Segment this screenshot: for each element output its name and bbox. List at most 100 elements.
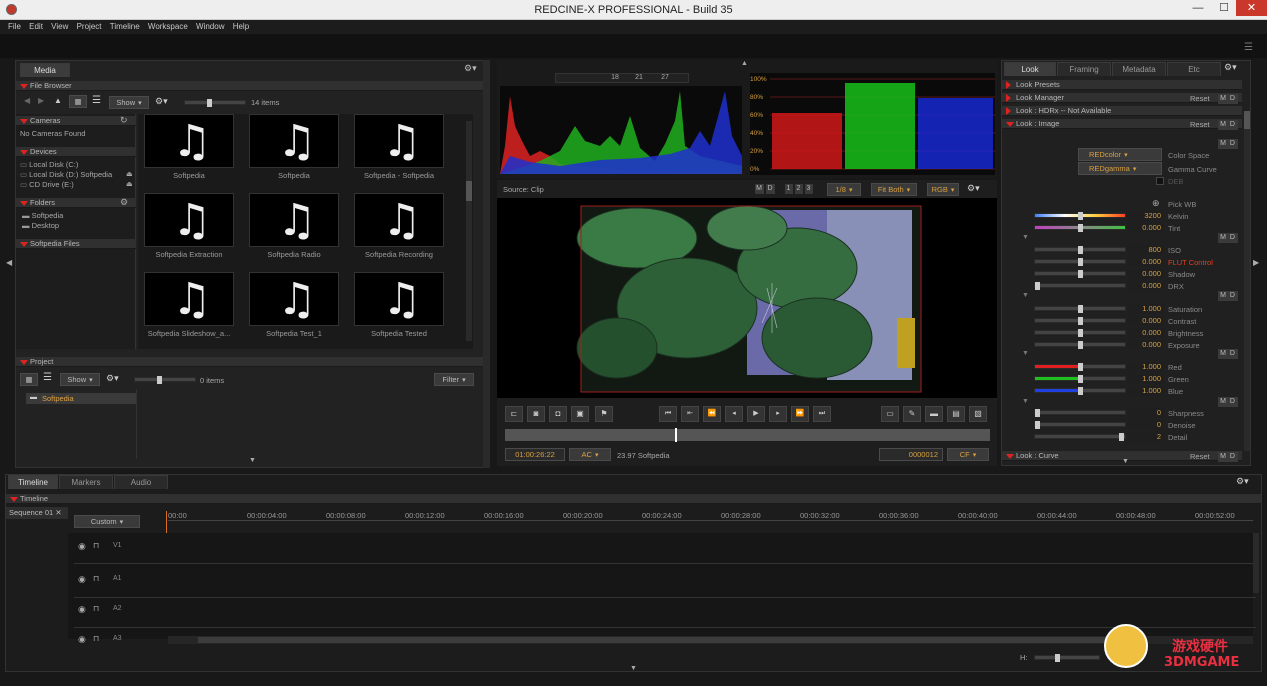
group-collapse-icon[interactable]: ▼	[1022, 350, 1029, 357]
aspect-icon[interactable]: ▬	[925, 406, 943, 422]
media-thumbnail[interactable]: ♫	[354, 114, 444, 168]
file-browser-header[interactable]: File Browser	[16, 81, 489, 91]
menu-window[interactable]: Window	[196, 20, 224, 34]
look-scrollbar[interactable]	[1244, 111, 1250, 451]
ratio-dropdown[interactable]: 1/8	[827, 183, 861, 196]
lock-icon[interactable]: ⊓	[93, 604, 99, 613]
viewer-d-button[interactable]: D	[766, 184, 775, 194]
scrub-bar[interactable]	[505, 428, 990, 442]
file-gear-icon[interactable]: ⚙▾	[155, 96, 168, 107]
look-value[interactable]: 2	[1128, 432, 1164, 442]
fit-dropdown[interactable]: Fit Both	[871, 183, 917, 196]
rewind-icon[interactable]: ⏪	[703, 406, 721, 422]
menu-file[interactable]: File	[8, 20, 21, 34]
folders-gear-icon[interactable]: ⚙	[120, 197, 128, 208]
up-arrow-icon[interactable]: ▲	[54, 96, 62, 105]
look-value[interactable]: 3200	[1128, 211, 1164, 221]
snapshot-raw-icon[interactable]: ◘	[549, 406, 567, 422]
collapse-right-icon[interactable]: ▶	[1253, 258, 1259, 267]
thumb-size-slider[interactable]	[184, 99, 246, 107]
deb-checkbox[interactable]	[1156, 177, 1164, 185]
step-back-icon[interactable]: ◂	[725, 406, 743, 422]
look-gear-icon[interactable]: ⚙▾	[1224, 62, 1237, 73]
look-slider[interactable]	[1034, 282, 1126, 290]
look-value[interactable]: 0.000	[1128, 316, 1164, 326]
media-thumbnail[interactable]: ♫	[249, 114, 339, 168]
look-slider[interactable]	[1034, 421, 1126, 429]
menu-workspace[interactable]: Workspace	[148, 20, 188, 34]
project-list-icon[interactable]: ☰	[43, 372, 52, 383]
media-gear-icon[interactable]: ⚙▾	[464, 63, 477, 74]
lock-icon[interactable]: ⊓	[93, 634, 99, 643]
curve-md-buttons[interactable]: M D	[1218, 452, 1238, 462]
overlay-icon[interactable]: ▧	[969, 406, 987, 422]
custom-dropdown[interactable]: Custom	[74, 515, 140, 528]
eye-icon[interactable]: ◉	[78, 574, 86, 585]
forward-arrow-icon[interactable]: ▶	[38, 96, 44, 105]
viewer-1-button[interactable]: 1	[785, 184, 793, 194]
look-slider[interactable]	[1034, 317, 1126, 325]
lock-icon[interactable]: ⊓	[93, 574, 99, 583]
sequence-tab[interactable]: Sequence 01 ✕	[6, 507, 68, 519]
prev-mark-icon[interactable]: ⇤	[681, 406, 699, 422]
devices-header[interactable]: Devices	[16, 147, 136, 157]
look-slider[interactable]	[1034, 246, 1126, 254]
folder-item[interactable]: ▬ Softpedia	[22, 211, 63, 220]
media-thumbnail[interactable]: ♫	[144, 114, 234, 168]
collapse-up-icon[interactable]: ▲	[741, 60, 748, 67]
frame-display[interactable]: 0000012	[879, 448, 943, 461]
go-start-icon[interactable]: ⏮	[659, 406, 677, 422]
cf-dropdown[interactable]: CF	[947, 448, 989, 461]
group-collapse-icon[interactable]: ▼	[1022, 234, 1029, 241]
media-thumbnail[interactable]: ♫	[144, 272, 234, 326]
look-value[interactable]: 0.000	[1128, 257, 1164, 267]
refresh-icon[interactable]: ↻	[120, 115, 128, 126]
close-button[interactable]: ✕	[1236, 0, 1267, 16]
project-grid-icon[interactable]: ▦	[20, 373, 38, 386]
menu-help[interactable]: Help	[233, 20, 249, 34]
tab-markers[interactable]: Markers	[59, 475, 113, 489]
look-value[interactable]: 0.000	[1128, 281, 1164, 291]
look-slider[interactable]	[1034, 329, 1126, 337]
group-md-buttons[interactable]: M D	[1218, 397, 1238, 407]
look-slider[interactable]	[1034, 375, 1126, 383]
look-slider[interactable]	[1034, 224, 1126, 232]
folder-item[interactable]: ▬ Desktop	[22, 221, 59, 230]
tab-framing[interactable]: Framing	[1057, 62, 1111, 76]
folders-header[interactable]: Folders	[16, 198, 136, 208]
minimize-button[interactable]: —	[1186, 0, 1210, 16]
play-icon[interactable]: ▶	[747, 406, 765, 422]
group-md-buttons[interactable]: M D	[1218, 291, 1238, 301]
look-slider[interactable]	[1034, 270, 1126, 278]
viewer-2-button[interactable]: 2	[795, 184, 803, 194]
list-menu-icon[interactable]: ☰	[1244, 42, 1253, 53]
expand-down-icon[interactable]: ▼	[249, 457, 256, 464]
look-value[interactable]: 800	[1128, 245, 1164, 255]
look-value[interactable]: 0	[1128, 408, 1164, 418]
tab-audio[interactable]: Audio	[114, 475, 168, 489]
step-forward-icon[interactable]: ▸	[769, 406, 787, 422]
group-collapse-icon[interactable]: ▼	[1022, 398, 1029, 405]
grid-view-icon[interactable]: ▦	[69, 95, 87, 108]
ac-dropdown[interactable]: AC	[569, 448, 611, 461]
timeline-vscroll[interactable]	[1253, 533, 1259, 593]
eject-icon[interactable]: ⏏	[126, 170, 133, 178]
timeline-gear-icon[interactable]: ⚙▾	[1236, 476, 1249, 487]
timeline-ruler[interactable]: 00:00 00:00:04:00 00:00:08:00 00:00:12:00 00…	[168, 511, 1253, 521]
device-item[interactable]: ▭ Local Disk (C:)	[20, 160, 78, 169]
project-header[interactable]: Project	[16, 357, 489, 367]
media-thumbnail[interactable]: ♫	[354, 272, 444, 326]
group-md-buttons[interactable]: M D	[1218, 139, 1238, 149]
marker-flag-icon[interactable]: ⚑	[595, 406, 613, 422]
look-value[interactable]: 1.000	[1128, 304, 1164, 314]
media-thumbnail[interactable]: ♫	[354, 193, 444, 247]
manager-reset-button[interactable]: Reset	[1190, 94, 1210, 103]
tab-timeline[interactable]: Timeline	[8, 475, 58, 489]
maximize-button[interactable]: ☐	[1212, 0, 1236, 16]
look-slider[interactable]	[1034, 387, 1126, 395]
timeline-expand-icon[interactable]: ▼	[630, 665, 637, 672]
group-md-buttons[interactable]: M D	[1218, 233, 1238, 243]
look-value[interactable]: 0.000	[1128, 328, 1164, 338]
look-value[interactable]: 0	[1128, 420, 1164, 430]
rgb-dropdown[interactable]: RGB	[927, 183, 959, 196]
